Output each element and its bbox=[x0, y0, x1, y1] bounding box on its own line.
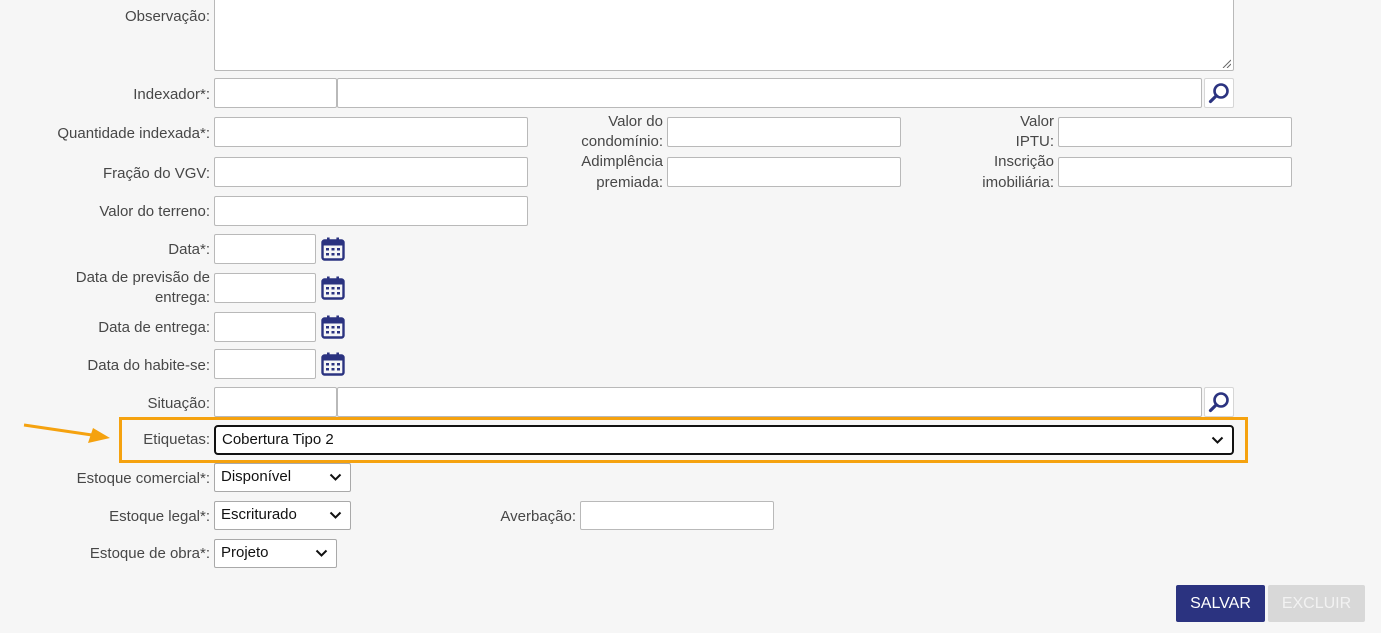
estoque-legal-selected-value: Escriturado bbox=[221, 506, 297, 523]
adimplencia-label-line1: Adimplência bbox=[581, 153, 663, 170]
inscricao-label-line1: Inscrição bbox=[993, 153, 1054, 170]
quantidade-indexada-input[interactable] bbox=[214, 117, 528, 147]
data-habite-input[interactable] bbox=[214, 349, 316, 379]
resize-grip-icon[interactable] bbox=[1221, 58, 1231, 68]
data-previsao-input[interactable] bbox=[214, 273, 316, 303]
data-input[interactable] bbox=[214, 234, 316, 264]
data-previsao-label-line2: entrega: bbox=[154, 289, 210, 306]
averbacao-label: Averbação: bbox=[500, 508, 576, 525]
data-previsao-label-line1: Data de previsão de bbox=[75, 269, 210, 286]
averbacao-input[interactable] bbox=[580, 501, 774, 530]
data-label: Data*: bbox=[168, 241, 210, 258]
calendar-icon bbox=[321, 315, 345, 339]
estoque-legal-select[interactable]: Escriturado bbox=[214, 501, 351, 530]
chevron-down-icon bbox=[329, 511, 342, 519]
estoque-comercial-selected-value: Disponível bbox=[221, 468, 292, 485]
estoque-comercial-label: Estoque comercial*: bbox=[76, 470, 210, 487]
salvar-button[interactable]: SALVAR bbox=[1176, 585, 1265, 622]
situacao-label: Situação: bbox=[147, 395, 210, 412]
estoque-legal-label: Estoque legal*: bbox=[109, 508, 210, 525]
indexador-search-button[interactable] bbox=[1204, 78, 1234, 108]
valor-condominio-label-line2: condomínio: bbox=[581, 133, 663, 150]
adimplencia-label-line2: premiada: bbox=[596, 174, 663, 191]
indexador-code-input[interactable] bbox=[214, 78, 337, 108]
fracao-vgv-input[interactable] bbox=[214, 157, 528, 187]
calendar-icon bbox=[321, 237, 345, 261]
data-entrega-calendar-button[interactable] bbox=[318, 312, 348, 342]
situacao-code-input[interactable] bbox=[214, 387, 337, 417]
estoque-obra-label: Estoque de obra*: bbox=[89, 545, 210, 562]
situacao-search-button[interactable] bbox=[1204, 387, 1234, 417]
chevron-down-icon bbox=[315, 549, 328, 557]
chevron-down-icon bbox=[1211, 436, 1224, 444]
valor-iptu-input[interactable] bbox=[1058, 117, 1292, 147]
estoque-obra-select[interactable]: Projeto bbox=[214, 539, 337, 568]
etiquetas-select[interactable]: Cobertura Tipo 2 bbox=[214, 425, 1234, 455]
data-entrega-input[interactable] bbox=[214, 312, 316, 342]
data-calendar-button[interactable] bbox=[318, 234, 348, 264]
data-entrega-label: Data de entrega: bbox=[98, 319, 210, 336]
indexador-label: Indexador*: bbox=[133, 86, 210, 103]
data-previsao-calendar-button[interactable] bbox=[318, 273, 348, 303]
indexador-description-input[interactable] bbox=[337, 78, 1202, 108]
chevron-down-icon bbox=[329, 473, 342, 481]
adimplencia-input[interactable] bbox=[667, 157, 901, 187]
valor-condominio-label-line1: Valor do bbox=[608, 113, 663, 130]
observacao-label: Observação: bbox=[124, 8, 210, 25]
valor-iptu-label-line2: IPTU: bbox=[1015, 133, 1054, 150]
calendar-icon bbox=[321, 352, 345, 376]
search-icon bbox=[1208, 392, 1229, 413]
inscricao-label-line2: imobiliária: bbox=[982, 174, 1054, 191]
data-habite-label: Data do habite-se: bbox=[87, 357, 210, 374]
valor-terreno-label: Valor do terreno: bbox=[99, 203, 210, 220]
excluir-button[interactable]: EXCLUIR bbox=[1268, 585, 1365, 622]
etiquetas-label: Etiquetas: bbox=[143, 431, 210, 448]
situacao-description-input[interactable] bbox=[337, 387, 1202, 417]
inscricao-input[interactable] bbox=[1058, 157, 1292, 187]
quantidade-indexada-label: Quantidade indexada*: bbox=[57, 125, 210, 142]
estoque-comercial-select[interactable]: Disponível bbox=[214, 463, 351, 492]
observacao-textarea[interactable] bbox=[214, 0, 1234, 71]
calendar-icon bbox=[321, 276, 345, 300]
data-habite-calendar-button[interactable] bbox=[318, 349, 348, 379]
search-icon bbox=[1208, 83, 1229, 104]
fracao-vgv-label: Fração do VGV: bbox=[103, 165, 210, 182]
valor-iptu-label-line1: Valor bbox=[1020, 113, 1054, 130]
etiquetas-selected-value: Cobertura Tipo 2 bbox=[222, 431, 334, 448]
estoque-obra-selected-value: Projeto bbox=[221, 544, 269, 561]
valor-condominio-input[interactable] bbox=[667, 117, 901, 147]
valor-terreno-input[interactable] bbox=[214, 196, 528, 226]
